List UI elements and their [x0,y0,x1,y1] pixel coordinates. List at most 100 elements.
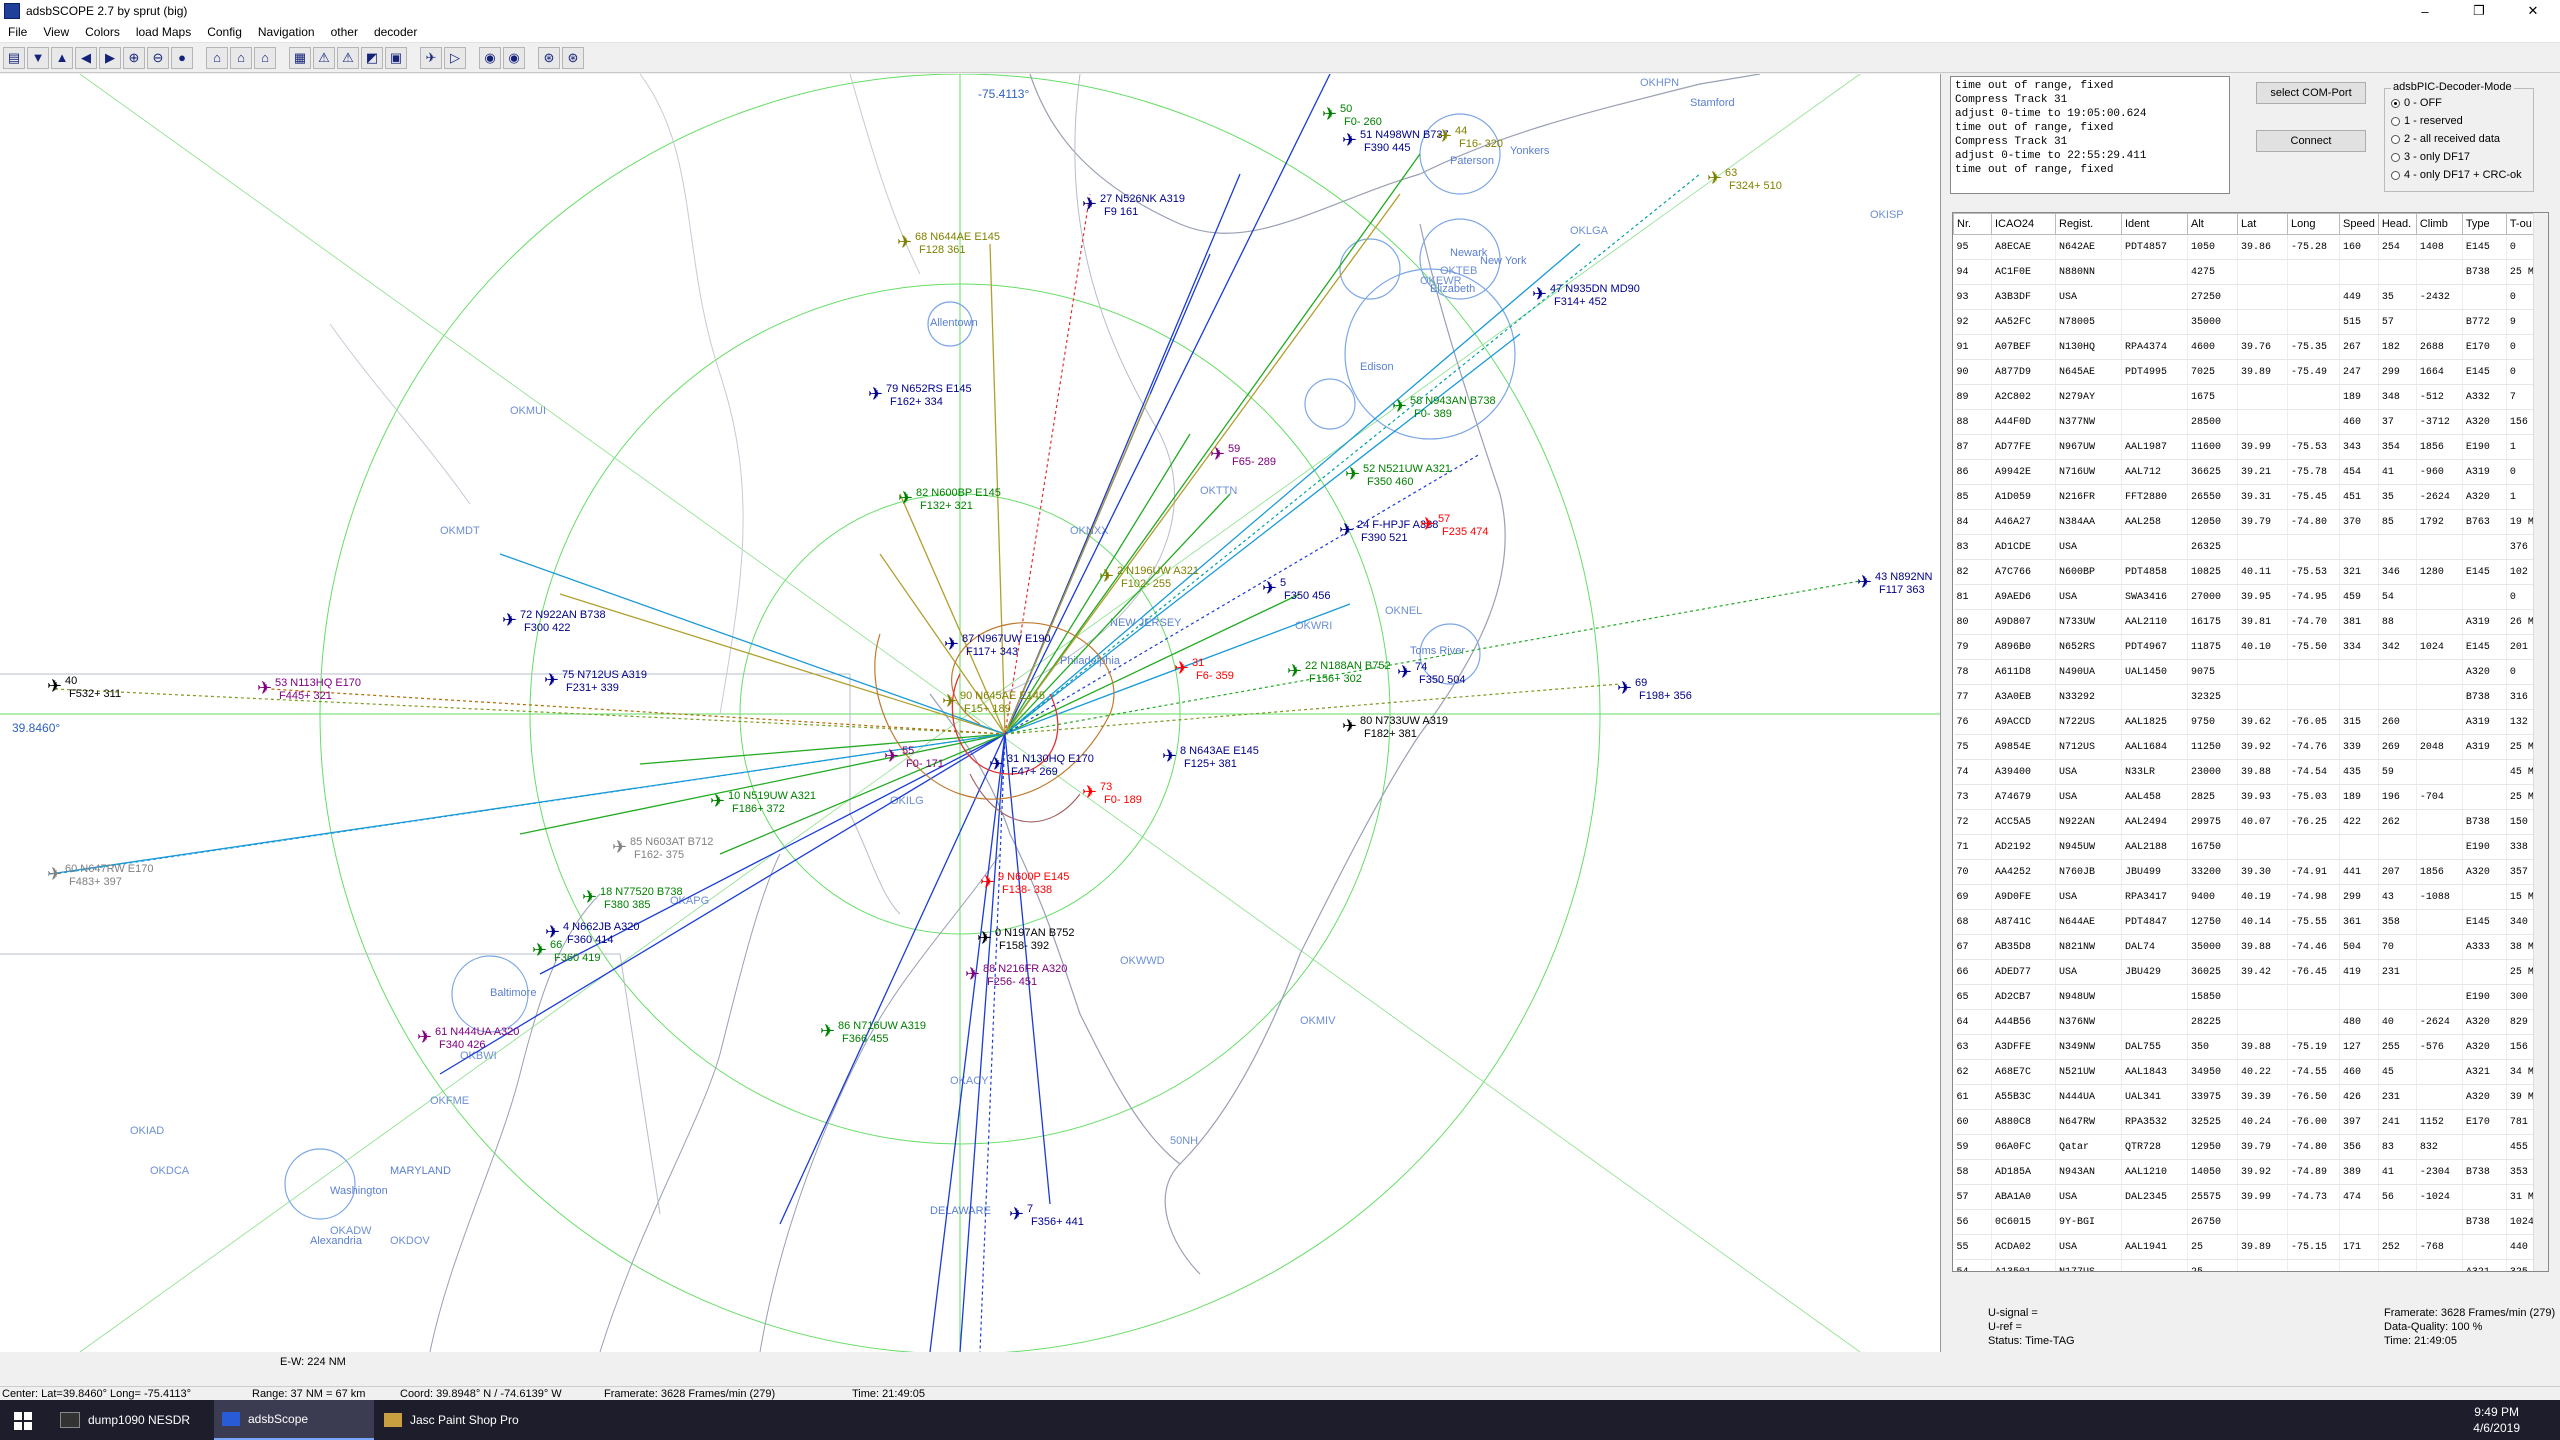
aircraft-marker[interactable]: ✈ 27 N526NK A319F9 161 [1082,193,1185,218]
aircraft-marker[interactable]: ✈ 73F0- 189 [1082,781,1142,806]
airplane-icon[interactable]: ✈ [1392,396,1407,417]
table-row[interactable]: 94 AC1F0E N880NN 4275 B738 25 M [1953,259,2544,285]
map-canvas[interactable]: -75.4113° 39.8460° Allentown Paterson Yonker… [0,74,1940,1352]
airplane-icon[interactable]: ✈ [1082,194,1097,215]
table-row[interactable]: 67 AB35D8 N821NW DAL74 35000 39.88 -74.46 504 70… [1953,934,2544,960]
table-row[interactable]: 84 A46A27 N384AA AAL258 12050 39.79 -74.80 370 8… [1953,509,2544,535]
airplane-icon[interactable]: ✈ [1287,661,1302,682]
airplane-icon[interactable]: ✈ [582,887,597,908]
airplane-icon[interactable]: ✈ [1437,126,1452,147]
airplane-icon[interactable]: ✈ [1707,168,1722,189]
table-row[interactable]: 86 A9942E N716UW AAL712 36625 39.21 -75.78 454 4… [1953,459,2544,485]
table-row[interactable]: 88 A44F0D N377NW 28500 460 37 -3712 A320 156 M [1953,409,2544,435]
aircraft-marker[interactable]: ✈ 82 N600BP E145F132+ 321 [898,487,1001,512]
table-row[interactable]: 81 A9AED6 USA SWA3416 27000 39.95 -74.95 459 54 0 [1953,584,2544,610]
table-row[interactable]: 64 A44B56 N376NW 28225 480 40 -2624 A320 829 M [1953,1009,2544,1035]
aircraft-marker[interactable]: ✈ 10 N519UW A321F186+ 372 [710,790,816,815]
radio-selected-icon[interactable] [2391,98,2400,108]
table-row[interactable]: 61 A55B3C N444UA UAL341 33975 39.39 -76.50 426 2… [1953,1084,2544,1110]
dot-icon[interactable]: ◉ [479,46,501,69]
table-row[interactable]: 65 AD2CB7 N948UW 15850 E190 300 M [1953,984,2544,1010]
airplane-icon[interactable]: ✈ [942,691,957,712]
menu-decoder[interactable]: decoder [366,25,425,39]
aircraft-marker[interactable]: ✈ 74F350 504 [1397,661,1465,686]
table-row[interactable]: 90 A877D9 N645AE PDT4995 7025 39.89 -75.49 247 2… [1953,359,2544,385]
menu-navigation[interactable]: Navigation [250,25,323,39]
airplane-icon[interactable]: ✈ [502,610,517,631]
airplane-icon[interactable]: ✈ [710,791,725,812]
aircraft-marker[interactable]: ✈ 60 N647RW E170F483+ 397 [47,863,153,888]
airplane-icon[interactable]: ✈ [1339,520,1354,541]
aircraft-marker[interactable]: ✈ 80 N733UW A319F182+ 381 [1342,715,1448,740]
table-row[interactable]: 54 A13501 N177US 25 A321 325 M [1953,1259,2544,1271]
connect-button[interactable]: Connect [2256,130,2366,152]
table-row[interactable]: 80 A9D807 N733UW AAL2110 16175 39.81 -74.70 381… [1953,609,2544,635]
taskbar-clock[interactable]: 9:49 PM 4/6/2019 [2473,1404,2520,1436]
minimize-button[interactable]: – [2398,0,2452,22]
aircraft-marker[interactable]: ✈ 0 N197AN B752F158- 392 [977,927,1075,952]
table-row[interactable]: 57 ABA1A0 USA DAL2345 25575 39.99 -74.73 474 56-… [1953,1184,2544,1210]
decoder-option-4[interactable]: 4 - only DF17 + CRC-ok [2391,169,2522,181]
aircraft-marker[interactable]: ✈ 44F16- 320 [1437,125,1503,150]
maximize-button[interactable]: ❐ [2452,0,2506,22]
airplane-icon[interactable]: ✈ [612,837,627,858]
radio-icon[interactable] [2391,116,2400,126]
aircraft-marker[interactable]: ✈ 31F6- 359 [1174,657,1234,682]
aircraft-marker[interactable]: ✈ 40F532+ 311 [47,675,121,700]
airplane-icon[interactable]: ✈ [989,754,1004,775]
airplane-icon[interactable]: ✈ [1532,284,1547,305]
table-row[interactable]: 89 A2C802 N279AY 1675 189 348 -512 A332 7 [1953,384,2544,410]
airplane-icon[interactable]: ✈ [417,1027,432,1048]
decoder-option-0[interactable]: 0 - OFF [2391,97,2442,109]
column-header[interactable]: Type [2461,213,2507,235]
warning-icon[interactable]: ⚠ [313,46,335,69]
aircraft-marker[interactable]: ✈ 63F324+ 510 [1707,167,1782,192]
table-scrollbar[interactable] [2533,213,2548,1271]
aircraft-marker[interactable]: ✈ 86 N716UW A319F366 455 [820,1020,926,1045]
chart-icon[interactable]: ▦ [289,46,311,69]
aircraft-marker[interactable]: ✈ 59F65- 289 [1210,443,1276,468]
airplane-icon[interactable]: ✈ [1857,572,1872,593]
aircraft-marker[interactable]: ✈ 9 N600P E145F138- 338 [980,871,1069,896]
airplane-icon[interactable]: ✈ [1322,104,1337,125]
house-icon[interactable]: ⌂ [254,46,276,69]
task-dump1090[interactable]: dump1090 NESDR [52,1400,212,1440]
table-row[interactable]: 69 A9D0FE USA RPA3417 9400 40.19 -74.98 299 43 -1… [1953,884,2544,910]
menu-view[interactable]: View [35,25,77,39]
aircraft-marker[interactable]: ✈ 2 N196UW A321F102- 255 [1099,565,1199,590]
radar-map[interactable]: -75.4113° 39.8460° Allentown Paterson Yonker… [0,74,1941,1352]
table-row[interactable]: 66 ADED77 USA JBU429 36025 39.42 -76.45 419 231 2… [1953,959,2544,985]
airplane-icon[interactable]: ✈ [897,232,912,253]
table-row[interactable]: 68 A8741C N644AE PDT4847 12750 40.14 -75.55 361… [1953,909,2544,935]
table-row[interactable]: 62 A68E7C N521UW AAL1843 34950 40.22 -74.55 460… [1953,1059,2544,1085]
airport-icon[interactable]: ⌂ [206,46,228,69]
task-paintshop[interactable]: Jasc Paint Shop Pro [376,1400,546,1440]
arrow-left-icon[interactable]: ◀ [75,46,97,69]
airplane-icon[interactable]: ✈ [1342,716,1357,737]
airplane-icon[interactable]: ✈ [1342,130,1357,151]
aircraft-marker[interactable]: ✈ 52 N521UW A321F350 460 [1345,463,1451,488]
column-header[interactable]: Alt [2187,213,2238,235]
airplane-icon[interactable]: ✈ [1082,782,1097,803]
airplane-icon[interactable]: ✈ [47,864,62,885]
arrow-down-icon[interactable]: ▼ [27,46,49,69]
airplane-icon[interactable]: ✈ [1617,678,1632,699]
airplane-icon[interactable]: ✈ [868,384,883,405]
aircraft-marker[interactable]: ✈ 47 N935DN MD90F314+ 452 [1532,283,1640,308]
airplane-icon[interactable]: ✈ [820,1021,835,1042]
airplane-icon[interactable]: ✈ [1345,464,1360,485]
aircraft-marker[interactable]: ✈ 85 N603AT B712F162- 375 [612,836,713,861]
table-row[interactable]: 74 A39400 USA N33LR 23000 39.88 -74.54 435 59 45 … [1953,759,2544,785]
airplane-icon[interactable]: ✈ [532,940,547,961]
table-row[interactable]: 75 A9854E N712US AAL1684 11250 39.92 -74.76 339… [1953,734,2544,760]
column-header[interactable]: Long [2287,213,2340,235]
aircraft-marker[interactable]: ✈ 88 N216FR A320F256- 451 [965,963,1067,988]
city-icon[interactable]: ⌂ [230,46,252,69]
table-row[interactable]: 70 AA4252 N760JB JBU499 33200 39.30 -74.91 441 2… [1953,859,2544,885]
table-row[interactable]: 72 ACC5A5 N922AN AAL2494 29975 40.07 -76.25 422… [1953,809,2544,835]
task-adsbscope[interactable]: adsbScope [214,1400,374,1440]
table-row[interactable]: 79 A896B0 N652RS PDT4967 11875 40.10 -75.50 334… [1953,634,2544,660]
aircraft-marker[interactable]: ✈ 51 N498WN B737F390 445 [1342,129,1449,154]
aircraft-marker[interactable]: ✈ 5F350 456 [1262,577,1330,602]
column-header[interactable]: Climb [2415,213,2463,235]
